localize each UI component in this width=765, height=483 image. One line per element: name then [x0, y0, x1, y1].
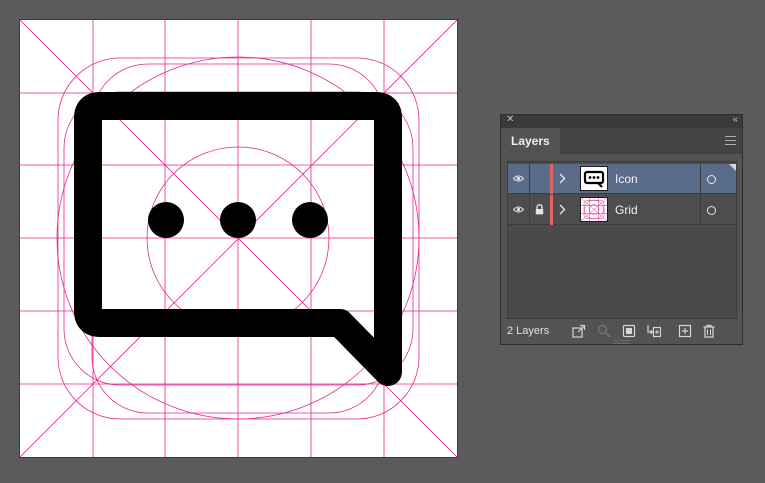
search-icon[interactable]: [597, 324, 611, 338]
trash-icon[interactable]: [702, 324, 716, 338]
layer-thumbnail: [580, 197, 608, 222]
layer-color-bar: [550, 195, 553, 225]
eye-icon[interactable]: [513, 175, 524, 182]
panel-tab-row: Layers: [501, 128, 742, 154]
export-icon[interactable]: [572, 324, 586, 338]
new-layer-icon[interactable]: [678, 324, 692, 338]
layer-name[interactable]: Grid: [615, 203, 638, 217]
collapse-icon[interactable]: ‹‹: [732, 114, 738, 125]
layers-panel: ✕ ‹‹ Layers Icon Grid 2 Layers: [500, 114, 743, 345]
chevron-right-icon[interactable]: [559, 173, 566, 184]
panel-menu-icon[interactable]: [725, 136, 736, 145]
layer-name[interactable]: Icon: [615, 172, 638, 186]
clipping-mask-icon[interactable]: [622, 324, 636, 338]
icon-artwork: [20, 20, 457, 457]
layer-color-bar: [550, 164, 553, 194]
selection-indicator: [729, 164, 736, 171]
target-circle-icon[interactable]: [707, 206, 716, 215]
eye-icon[interactable]: [513, 206, 524, 213]
chevron-right-icon[interactable]: [559, 204, 566, 215]
layer-thumbnail: [580, 166, 608, 191]
lock-icon[interactable]: [535, 204, 544, 215]
layer-list: Icon Grid: [507, 161, 737, 319]
sublayer-icon[interactable]: [647, 324, 661, 338]
layer-row-grid[interactable]: Grid: [508, 195, 736, 225]
target-circle-icon[interactable]: [707, 175, 716, 184]
resize-grip[interactable]: [613, 340, 631, 344]
tab-layers[interactable]: Layers: [501, 128, 560, 154]
artboard[interactable]: [20, 20, 457, 457]
panel-title-bar[interactable]: ✕ ‹‹: [501, 114, 742, 128]
close-icon[interactable]: ✕: [506, 114, 514, 125]
layer-count: 2 Layers: [507, 325, 550, 337]
layer-row-icon[interactable]: Icon: [508, 164, 736, 194]
